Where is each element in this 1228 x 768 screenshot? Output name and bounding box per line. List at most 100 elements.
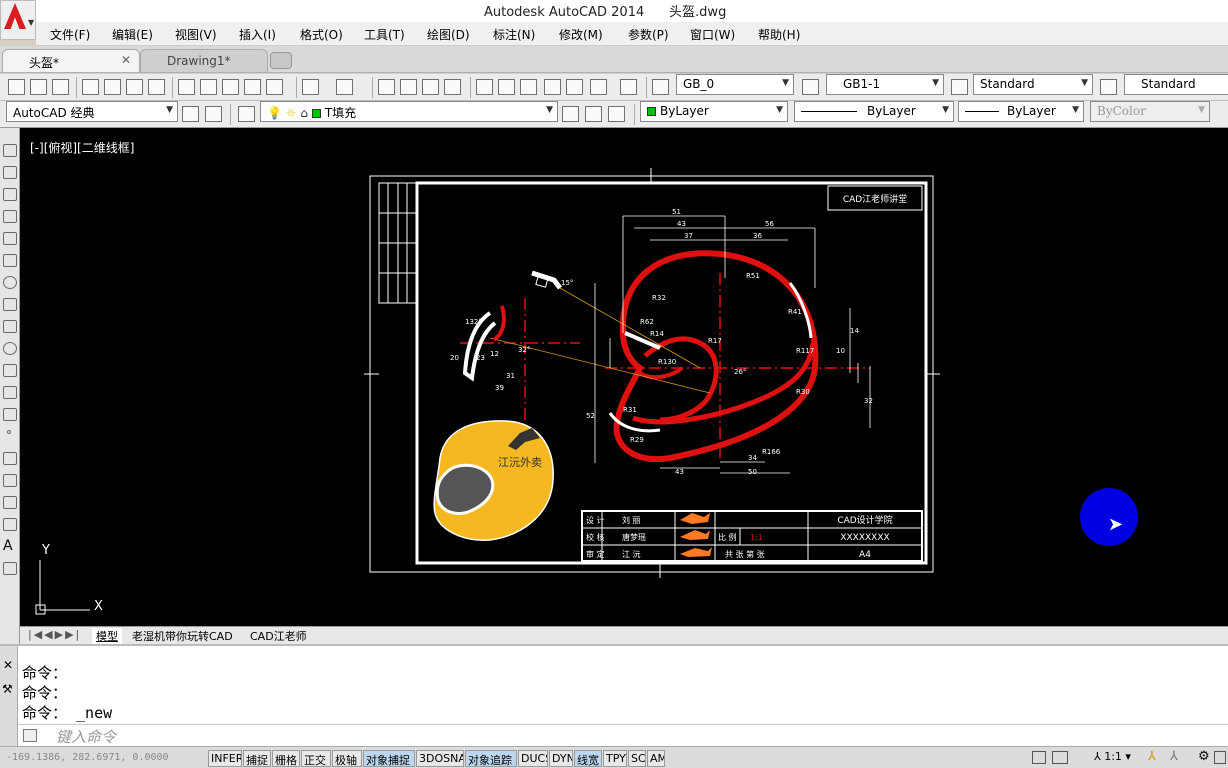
table-style-select[interactable]: Standard ▼: [973, 74, 1093, 95]
model-space-icon[interactable]: [1032, 751, 1046, 764]
menu-parametric[interactable]: 参数(P): [628, 26, 669, 43]
arc-icon[interactable]: [3, 254, 17, 267]
gradient-icon[interactable]: [3, 474, 17, 487]
auto-scale-icon[interactable]: ⅄: [1170, 749, 1178, 764]
help-icon[interactable]: [620, 79, 637, 95]
status-sc[interactable]: SC: [628, 750, 646, 767]
calculator-icon[interactable]: [590, 79, 607, 95]
zoom-window-icon[interactable]: [422, 79, 439, 95]
line-icon[interactable]: [3, 144, 17, 157]
linetype-select[interactable]: ByLayer ▼: [794, 101, 954, 122]
close-icon[interactable]: ✕: [3, 658, 13, 672]
lineweight-select[interactable]: ByLayer ▼: [958, 101, 1084, 122]
dim-style-select[interactable]: GB1-1 ▼: [826, 74, 944, 95]
status-ducs[interactable]: DUCS: [518, 750, 548, 767]
application-menu-button[interactable]: ▼: [0, 0, 36, 40]
layer-lock-icon[interactable]: ⌂: [300, 106, 308, 120]
command-window-handle[interactable]: ✕ ⚒: [0, 646, 18, 746]
table-icon[interactable]: [3, 518, 17, 531]
multileader-style-select[interactable]: Standard: [1124, 74, 1228, 95]
copy-icon[interactable]: [200, 79, 217, 95]
table-style-icon[interactable]: [951, 79, 968, 95]
tab-layout1[interactable]: 老湿机带你玩转CAD: [132, 628, 233, 644]
status-ortho[interactable]: 正交: [301, 750, 331, 767]
tab-layout2[interactable]: CAD江老师: [250, 628, 307, 644]
status-lineweight[interactable]: 线宽: [574, 750, 602, 767]
drawing-canvas[interactable]: CAD江老师讲堂 51 43 56 37 36 15° 132° 20 23 1…: [20, 128, 1228, 626]
design-center-icon[interactable]: [498, 79, 515, 95]
viewport-controls-label[interactable]: [-][俯视][二维线框]: [30, 139, 134, 156]
match-properties-icon[interactable]: [266, 79, 283, 95]
status-otrack[interactable]: 对象追踪: [465, 750, 517, 767]
menu-file[interactable]: 文件(F): [50, 26, 90, 43]
hatch-icon[interactable]: [3, 452, 17, 465]
quick-view-icon[interactable]: [1052, 751, 1068, 764]
annotation-scale[interactable]: ⅄ 1:1 ▾: [1094, 750, 1131, 763]
workspace-settings-icon[interactable]: [182, 106, 199, 122]
status-infer[interactable]: INFER: [208, 750, 242, 767]
layout-nav-arrows[interactable]: |◀◀▶▶|: [28, 628, 81, 641]
ellipse-arc-icon[interactable]: [3, 364, 17, 377]
layer-select[interactable]: 💡 ☼ ⌂ T填充 ▼: [260, 101, 558, 122]
save-icon[interactable]: [52, 79, 69, 95]
ellipse-icon[interactable]: [3, 342, 17, 355]
revcloud-icon[interactable]: [3, 298, 17, 311]
paste-icon[interactable]: [222, 79, 239, 95]
status-3dosnap[interactable]: 3DOSNAP: [416, 750, 464, 767]
new-tab-button[interactable]: [270, 52, 292, 69]
annotation-visibility-icon[interactable]: ⅄: [1148, 749, 1156, 764]
menu-help[interactable]: 帮助(H): [758, 26, 800, 43]
undo-icon[interactable]: [302, 79, 319, 95]
paste-block-icon[interactable]: [244, 79, 261, 95]
circle-icon[interactable]: [3, 276, 17, 289]
zoom-realtime-icon[interactable]: [400, 79, 417, 95]
rectangle-icon[interactable]: [3, 232, 17, 245]
markup-icon[interactable]: [566, 79, 583, 95]
publish-icon[interactable]: [126, 79, 143, 95]
close-icon[interactable]: ✕: [121, 53, 131, 67]
status-dyn[interactable]: DYN: [549, 750, 573, 767]
redo-icon[interactable]: [336, 79, 353, 95]
status-snap[interactable]: 捕捉: [243, 750, 271, 767]
zoom-previous-icon[interactable]: [444, 79, 461, 95]
wrench-icon[interactable]: ⚒: [2, 682, 13, 696]
menu-format[interactable]: 格式(O): [300, 26, 343, 43]
multiline-text-icon[interactable]: A: [3, 539, 17, 553]
doc-tab-drawing1[interactable]: Drawing1*: [140, 49, 268, 72]
new-icon[interactable]: [8, 79, 25, 95]
dim-style-icon[interactable]: [802, 79, 819, 95]
workspace-customize-icon[interactable]: [205, 106, 222, 122]
3d-print-icon[interactable]: [148, 79, 165, 95]
command-prompt-icon[interactable]: [23, 729, 37, 742]
tool-palettes-icon[interactable]: [520, 79, 537, 95]
text-style-icon[interactable]: [652, 79, 669, 95]
coordinate-readout[interactable]: -169.1386, 282.6971, 0.0000: [6, 752, 169, 763]
layer-properties-icon[interactable]: [238, 106, 255, 122]
status-polar[interactable]: 极轴: [332, 750, 362, 767]
construction-line-icon[interactable]: [3, 166, 17, 179]
menu-draw[interactable]: 绘图(D): [427, 26, 470, 43]
properties-icon[interactable]: [476, 79, 493, 95]
text-style-select[interactable]: GB_0 ▼: [676, 74, 794, 95]
menu-window[interactable]: 窗口(W): [690, 26, 735, 43]
layer-state-icon[interactable]: [608, 106, 625, 122]
layer-on-icon[interactable]: 💡: [267, 106, 282, 120]
gear-icon[interactable]: ⚙: [1198, 749, 1210, 764]
menu-tools[interactable]: 工具(T): [364, 26, 405, 43]
polyline-icon[interactable]: [3, 188, 17, 201]
status-am[interactable]: AM: [647, 750, 665, 767]
status-osnap[interactable]: 对象捕捉: [363, 750, 415, 767]
color-select[interactable]: ByLayer ▼: [640, 101, 788, 122]
preview-icon[interactable]: [104, 79, 121, 95]
tab-model[interactable]: 模型: [92, 628, 122, 644]
pan-icon[interactable]: [378, 79, 395, 95]
add-selected-icon[interactable]: [3, 562, 17, 575]
menu-dimension[interactable]: 标注(N): [493, 26, 535, 43]
layer-freeze-icon[interactable]: ☼: [286, 106, 297, 120]
spline-icon[interactable]: [3, 320, 17, 333]
make-block-icon[interactable]: [3, 408, 17, 421]
region-icon[interactable]: [3, 496, 17, 509]
status-grid[interactable]: 栅格: [272, 750, 300, 767]
point-icon[interactable]: [7, 430, 11, 434]
open-icon[interactable]: [30, 79, 47, 95]
